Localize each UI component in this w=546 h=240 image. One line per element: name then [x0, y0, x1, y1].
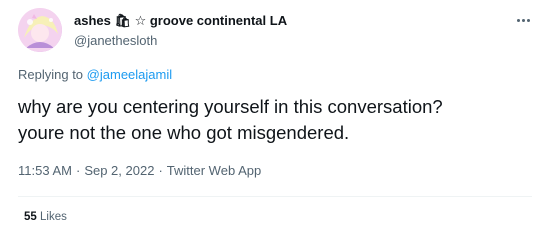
meta-separator: · — [158, 163, 163, 178]
replying-to-label: Replying to — [18, 67, 84, 82]
divider — [18, 196, 532, 197]
author-handle[interactable]: @janethesloth — [74, 33, 157, 48]
avatar-image — [18, 8, 62, 52]
more-options-icon[interactable] — [512, 11, 534, 29]
avatar[interactable] — [18, 8, 62, 52]
tweet-text: why are you centering yourself in this c… — [18, 94, 533, 146]
tweet-date[interactable]: Sep 2, 2022 — [84, 163, 154, 178]
tweet-text-line: why are you centering yourself in this c… — [18, 96, 443, 117]
likes-label: Likes — [40, 211, 67, 223]
likes-count: 55 — [24, 211, 37, 223]
tweet-meta: 11:53 AM · Sep 2, 2022 · Twitter Web App — [18, 163, 261, 178]
tweet-time[interactable]: 11:53 AM — [18, 163, 72, 178]
tweet-card: ashes 🛍 ☆ groove continental LA @janethe… — [0, 0, 546, 240]
tweet-text-line: youre not the one who got misgendered. — [18, 122, 350, 143]
tweet-source: Twitter Web App — [166, 163, 262, 178]
mention-link[interactable]: @jameelajamil — [87, 67, 172, 82]
meta-separator: · — [75, 163, 81, 178]
author-display-name[interactable]: ashes 🛍 ☆ groove continental LA — [74, 13, 287, 29]
replying-to: Replying to @jameelajamil — [18, 67, 172, 82]
author-name-row[interactable]: ashes 🛍 ☆ groove continental LA — [74, 12, 287, 30]
likes-stat[interactable]: 55 Likes — [24, 211, 67, 223]
